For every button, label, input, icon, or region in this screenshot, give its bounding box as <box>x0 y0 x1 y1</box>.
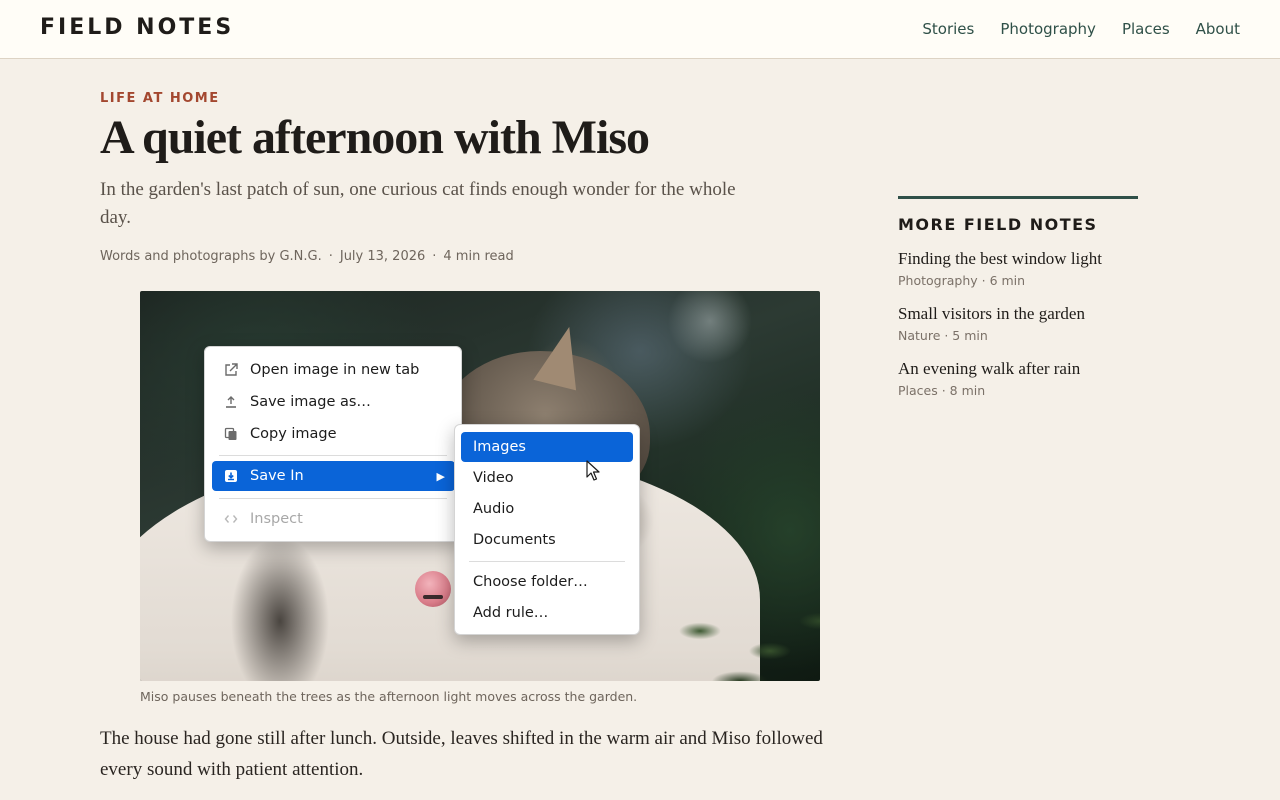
article-dek: In the garden's last patch of sun, one c… <box>100 179 736 228</box>
menu-item-label: Save In <box>250 468 304 484</box>
main-nav: Stories Photography Places About <box>922 20 1240 38</box>
menu-open-in-new-tab[interactable]: Open image in new tab <box>212 355 455 385</box>
external-link-icon <box>212 363 250 377</box>
bell-slot-shape <box>423 595 443 599</box>
nav-photography[interactable]: Photography <box>1000 20 1096 38</box>
copy-icon <box>212 427 250 441</box>
mouse-cursor-icon <box>586 460 600 481</box>
download-box-icon <box>212 469 250 483</box>
submenu-audio[interactable]: Audio <box>461 494 633 524</box>
sidebar-heading: MORE FIELD NOTES <box>898 215 1098 234</box>
menu-separator <box>219 498 447 499</box>
image-context-menu: Open image in new tab Save image as… Cop… <box>204 346 462 542</box>
byline-read-time: 4 min read <box>443 249 514 264</box>
related-item[interactable]: Small visitors in the garden Nature · 5 … <box>898 303 1138 343</box>
byline-date: July 13, 2026 <box>339 249 426 264</box>
photo-caption: Miso pauses beneath the trees as the aft… <box>140 689 638 704</box>
related-item-meta: Places · 8 min <box>898 383 986 398</box>
submenu-add-rule[interactable]: Add rule… <box>461 598 633 628</box>
related-item-title[interactable]: Small visitors in the garden <box>898 303 1138 325</box>
code-icon <box>212 512 250 526</box>
related-item[interactable]: An evening walk after rain Places · 8 mi… <box>898 358 1138 398</box>
upload-icon <box>212 395 250 409</box>
article-title: A quiet afternoon with Miso <box>100 111 650 164</box>
related-sidebar: MORE FIELD NOTES Finding the best window… <box>898 196 1138 398</box>
related-item-meta: Nature · 5 min <box>898 328 988 343</box>
menu-inspect[interactable]: Inspect <box>212 504 455 534</box>
menu-item-label: Save image as… <box>250 394 371 410</box>
menu-copy-image[interactable]: Copy image <box>212 419 455 449</box>
menu-save-in[interactable]: Save In ▶ <box>212 461 455 491</box>
menu-item-label: Inspect <box>250 511 303 527</box>
byline-separator: · <box>328 249 333 264</box>
related-item-title[interactable]: Finding the best window light <box>898 248 1138 270</box>
article-body-paragraph: The house had gone still after lunch. Ou… <box>100 728 823 780</box>
submenu-choose-folder[interactable]: Choose folder… <box>461 567 633 597</box>
menu-separator <box>469 561 625 562</box>
menu-save-image-as[interactable]: Save image as… <box>212 387 455 417</box>
byline-separator: · <box>432 249 437 264</box>
bell-shape <box>415 571 451 607</box>
submenu-arrow-icon: ▶ <box>436 469 445 483</box>
submenu-documents[interactable]: Documents <box>461 525 633 555</box>
menu-item-label: Open image in new tab <box>250 362 420 378</box>
site-header: FIELD NOTES Stories Photography Places A… <box>0 0 1280 59</box>
menu-item-label: Copy image <box>250 426 337 442</box>
related-item[interactable]: Finding the best window light Photograph… <box>898 248 1138 288</box>
nav-stories[interactable]: Stories <box>922 20 974 38</box>
article-kicker[interactable]: LIFE AT HOME <box>100 91 220 106</box>
nav-places[interactable]: Places <box>1122 20 1170 38</box>
article-byline: Words and photographs by G.N.G. · July 13,… <box>100 249 514 264</box>
nav-about[interactable]: About <box>1196 20 1240 38</box>
submenu-images[interactable]: Images <box>461 432 633 462</box>
leaves-shape <box>660 591 820 681</box>
save-in-submenu: Images Video Audio Documents Choose fold… <box>454 424 640 635</box>
byline-author: Words and photographs by G.N.G. <box>100 249 322 264</box>
submenu-video[interactable]: Video <box>461 463 633 493</box>
related-item-title[interactable]: An evening walk after rain <box>898 358 1138 380</box>
menu-separator <box>219 455 447 456</box>
site-logo[interactable]: FIELD NOTES <box>40 15 234 40</box>
related-item-meta: Photography · 6 min <box>898 273 1026 288</box>
